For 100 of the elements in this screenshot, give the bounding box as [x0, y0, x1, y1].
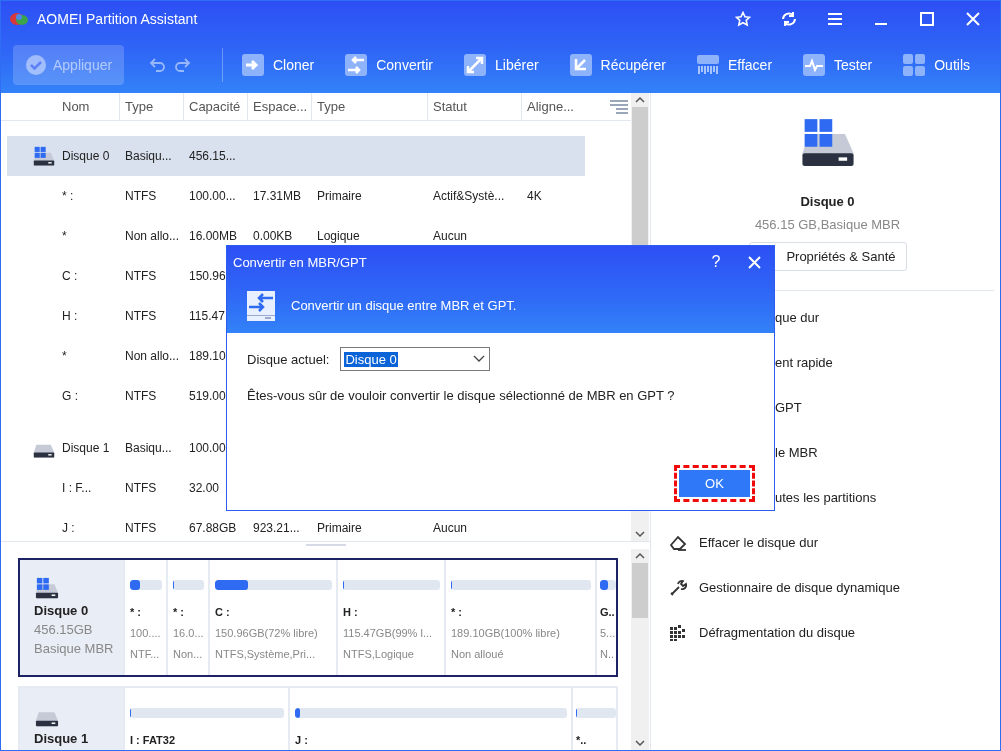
table-cell-text: NTFS: [125, 520, 158, 536]
toolbar-button[interactable]: Cloner: [240, 53, 315, 77]
swap-arrows-icon: [344, 53, 369, 77]
table-row[interactable]: J : NTFS 67.88GB 923.21... Primaire Aucun: [7, 508, 585, 548]
table-cell-text: 150.96: [189, 268, 227, 284]
partition-filesystem: Non...: [173, 647, 204, 661]
eraser-icon: [669, 533, 687, 552]
partition-block[interactable]: J :: [288, 688, 571, 750]
disk-name: Disque 1: [34, 731, 90, 747]
table-cell-text: G :: [62, 388, 79, 404]
table-cell-text: Basiqu...: [125, 440, 173, 456]
partition-size: 100....: [130, 626, 162, 640]
partition-size: 115.47GB(99% l...: [343, 626, 434, 640]
partition-filesystem: NTFS,Système,Pri...: [215, 647, 317, 661]
partition-block[interactable]: * : 189.10GB(100% libre) Non alloué: [444, 560, 595, 675]
partition-block[interactable]: C : 150.96GB(72% libre) NTFS,Système,Pri...: [208, 560, 336, 675]
partition-name: I : FAT32: [130, 733, 177, 747]
partition-filesystem: Non alloué: [451, 647, 505, 661]
partition-name: * :: [173, 605, 185, 619]
column-header[interactable]: Aligne...: [521, 93, 587, 120]
table-row[interactable]: Disque 1 Basiqu... 100.00: [7, 428, 585, 468]
table-cell-text: 4K: [527, 188, 543, 204]
table-cell-text: 100.00...: [189, 188, 237, 204]
column-header[interactable]: Nom: [57, 93, 119, 120]
table-cell-text: 17.31MB: [253, 188, 303, 204]
disk-card[interactable]: Disque 0 456.15GB Basique MBR * : 100.... NTF... * : 16.0... Non... C : 150.96GB(72% libre) NTFS,Système,Pri... H : 115.47GB(99% l... NTFS,Logique * : 189.10GB(100% libre) Non alloué G.. 5... N..: [18, 558, 618, 677]
partition-size: 16.0...: [173, 626, 204, 640]
table-cell-text: 32.00: [189, 480, 221, 496]
table-row[interactable]: * : NTFS 100.00... 17.31MB Primaire Actif&Systè... 4K: [7, 176, 585, 216]
partition-block[interactable]: G.. 5... N..: [595, 560, 616, 675]
partition-block[interactable]: H : 115.47GB(99% l... NTFS,Logique: [336, 560, 444, 675]
pulse-icon: [802, 53, 827, 77]
toolbar-button[interactable]: Convertir: [344, 53, 433, 77]
action-item[interactable]: Effacer le disque dur: [651, 520, 1000, 565]
shredder-icon: [695, 53, 720, 77]
table-cell-text: 115.47: [189, 308, 226, 324]
help-button[interactable]: ?: [698, 253, 734, 271]
table-cell-text: Non allo...: [125, 228, 181, 244]
table-cell-text: I : F...: [62, 480, 93, 496]
partition-block[interactable]: * : 16.0... Non...: [166, 560, 208, 675]
partition-name: G..: [600, 605, 616, 619]
disk-name: Disque 0: [800, 194, 855, 209]
table-cell-text: Logique: [317, 228, 361, 244]
arrow-right-icon: [240, 53, 265, 77]
action-item[interactable]: que dur: [651, 295, 1000, 340]
table-row[interactable]: Disque 0 Basiqu... 456.15...: [7, 136, 585, 176]
partition-block[interactable]: I : FAT32: [123, 688, 288, 750]
dialog-title: Convertir en MBR/GPT: [233, 254, 368, 270]
wrench-icon: [669, 578, 687, 597]
column-header[interactable]: Statut: [427, 93, 521, 120]
ok-button[interactable]: OK: [679, 470, 750, 497]
table-cell-text: 0.00KB: [253, 228, 294, 244]
table-cell-text: Disque 0: [62, 148, 111, 164]
toolbar-button[interactable]: Libérer: [463, 53, 539, 77]
table-cell-text: J :: [62, 520, 76, 536]
toolbar-button[interactable]: Outils: [902, 53, 970, 77]
table-cell-text: 923.21...: [253, 520, 301, 536]
table-cell-text: Primaire: [317, 188, 363, 204]
column-header[interactable]: Type: [119, 93, 183, 120]
column-header[interactable]: Capacité: [183, 93, 247, 120]
toolbar-button[interactable]: Récupérer: [568, 53, 666, 77]
partition-block[interactable]: *..: [571, 688, 616, 750]
table-cell-text: NTFS: [125, 480, 158, 496]
action-item[interactable]: Gestionnaire de disque dynamique: [651, 565, 1000, 610]
table-cell-text: NTFS: [125, 388, 158, 404]
table-cell-text: Basiqu...: [125, 148, 173, 164]
table-cell-text: 100.00: [189, 440, 227, 456]
table-cell-text: 16.00MB: [189, 228, 239, 244]
table-cell-text: 67.88GB: [189, 520, 238, 536]
field-label: Disque actuel:: [247, 351, 330, 367]
partition-name: * :: [451, 605, 463, 619]
grid-icon: [902, 53, 927, 77]
partition-name: C :: [215, 605, 231, 619]
table-cell-text: Aucun: [433, 228, 469, 244]
toolbar-button[interactable]: Tester: [802, 53, 873, 77]
column-header[interactable]: Type: [311, 93, 427, 120]
table-cell-text: *: [62, 228, 68, 244]
table-cell-text: *: [62, 348, 68, 364]
column-header[interactable]: Espace...: [247, 93, 311, 120]
table-cell-text: NTFS: [125, 308, 158, 324]
disk-dropdown[interactable]: Disque 0: [340, 347, 491, 371]
partition-name: * :: [130, 605, 142, 619]
scrollbar[interactable]: [631, 549, 649, 750]
partition-name: J :: [295, 733, 309, 747]
checkmark-icon: [25, 54, 47, 76]
action-item[interactable]: Défragmentation du disque: [651, 610, 1000, 655]
toolbar-button[interactable]: Effacer: [695, 53, 773, 77]
table-cell-text: H :: [62, 308, 79, 324]
partition-block[interactable]: * : 100.... NTF...: [123, 560, 166, 675]
confirm-question: Êtes-vous sûr de vouloir convertir le disque sélectionné de MBR en GPT ?: [247, 388, 676, 403]
partition-size: 189.10GB(100% libre): [451, 626, 561, 640]
table-cell-text: Actif&Systè...: [433, 188, 506, 204]
action-item[interactable]: ent rapide: [651, 340, 1000, 385]
scrollbar-thumb[interactable]: [632, 563, 648, 618]
table-cell-text: Disque 1: [62, 440, 111, 456]
disk-info: 456.15 GB,Basique MBR: [754, 217, 901, 232]
disk-card[interactable]: Disque 1 I : FAT32 J : *..: [18, 686, 618, 750]
table-cell-text: * :: [62, 188, 75, 204]
table-cell-text: Non allo...: [125, 348, 181, 364]
partition-size: 5...: [600, 626, 616, 640]
